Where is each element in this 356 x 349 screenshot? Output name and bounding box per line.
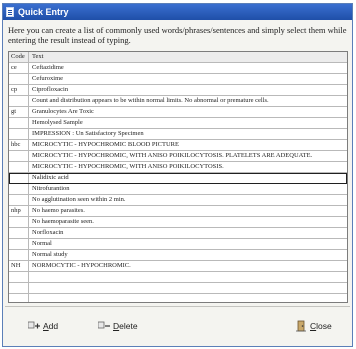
close-button[interactable]: Close (291, 315, 337, 337)
code-cell[interactable] (9, 129, 29, 139)
add-button-label: dd (48, 321, 59, 331)
text-cell[interactable]: Normal (29, 239, 347, 249)
delete-button[interactable]: Delete (93, 315, 143, 337)
text-cell[interactable] (29, 283, 347, 293)
code-cell[interactable] (9, 74, 29, 84)
code-cell[interactable] (9, 151, 29, 161)
code-cell[interactable]: ce (9, 63, 29, 73)
table-row[interactable]: nhp No haemo parasites. (9, 206, 347, 217)
code-cell[interactable] (9, 283, 29, 293)
table-row[interactable]: No haemoparasite seen. (9, 217, 347, 228)
close-door-icon (296, 320, 306, 332)
table-row[interactable]: MICROCYTIC - HYPOCHROMIC, WITH ANISO POI… (9, 162, 347, 173)
text-cell[interactable]: Nitrofurantion (29, 184, 347, 194)
column-header-code[interactable]: Code (9, 52, 29, 62)
table-row[interactable]: ce Ceftazidime (9, 63, 347, 74)
delete-button-label: elete (119, 321, 138, 331)
window-title: Quick Entry (18, 7, 69, 17)
table-row[interactable]: Count and distribution appears to be wit… (9, 96, 347, 107)
grid-header: Code Text (9, 52, 347, 63)
document-icon (6, 7, 14, 17)
add-icon (28, 321, 40, 329)
table-row[interactable]: gt Granulocytes Are Toxic (9, 107, 347, 118)
text-cell[interactable]: MICROCYTIC - HYPOCHROMIC BLOOD PICTURE (29, 140, 347, 150)
text-cell[interactable]: Granulocytes Are Toxic (29, 107, 347, 117)
table-row[interactable]: Normal study (9, 250, 347, 261)
code-cell[interactable]: hbc (9, 140, 29, 150)
text-cell[interactable]: Hemolysed Sample (29, 118, 347, 128)
code-cell[interactable] (9, 162, 29, 172)
table-row[interactable]: Normal (9, 239, 347, 250)
text-cell[interactable] (29, 294, 347, 302)
code-cell[interactable]: NH (9, 261, 29, 271)
code-cell[interactable] (9, 184, 29, 194)
table-row[interactable]: cp Ciprofloxacin (9, 85, 347, 96)
table-row[interactable]: MICROCYTIC - HYPOCHROMIC, WITH ANISO POI… (9, 151, 347, 162)
table-row[interactable]: Nitrofurantion (9, 184, 347, 195)
code-cell[interactable] (9, 272, 29, 282)
close-button-label: lose (316, 321, 332, 331)
code-cell[interactable] (9, 118, 29, 128)
text-cell[interactable]: Ciprofloxacin (29, 85, 347, 95)
code-cell[interactable] (9, 195, 29, 205)
code-cell[interactable] (9, 173, 29, 183)
code-cell[interactable] (9, 228, 29, 238)
text-cell[interactable]: Normal study (29, 250, 347, 260)
code-cell[interactable] (9, 239, 29, 249)
text-cell[interactable]: No agglutination seen within 2 min. (29, 195, 347, 205)
quick-entry-grid[interactable]: Code Text ce Ceftazidime Cefuroxime cp Cipro… (8, 51, 348, 303)
grid-body: ce Ceftazidime Cefuroxime cp Ciprofloxacin Co… (9, 63, 347, 302)
code-cell[interactable]: gt (9, 107, 29, 117)
table-row[interactable]: Nalidixic acid (9, 173, 347, 184)
description-text: Here you can create a list of commonly u… (8, 25, 347, 45)
table-row[interactable] (9, 272, 347, 283)
text-cell[interactable]: No haemo parasites. (29, 206, 347, 216)
text-cell[interactable]: No haemoparasite seen. (29, 217, 347, 227)
button-bar: Add Delete Close (5, 306, 350, 341)
text-cell[interactable] (29, 272, 347, 282)
text-cell[interactable]: Ceftazidime (29, 63, 347, 73)
code-cell[interactable]: nhp (9, 206, 29, 216)
text-cell[interactable]: MICROCYTIC - HYPOCHROMIC, WITH ANISO POI… (29, 151, 347, 161)
text-cell[interactable]: Count and distribution appears to be wit… (29, 96, 347, 106)
table-row[interactable]: No agglutination seen within 2 min. (9, 195, 347, 206)
text-cell[interactable]: MICROCYTIC - HYPOCHROMIC, WITH ANISO POI… (29, 162, 347, 172)
code-cell[interactable] (9, 217, 29, 227)
table-row[interactable]: IMPRESSION : Un Satisfactory Specimen (9, 129, 347, 140)
table-row[interactable] (9, 294, 347, 302)
quick-entry-window: Quick Entry Here you can create a list o… (2, 3, 353, 347)
title-bar[interactable]: Quick Entry (3, 4, 352, 20)
code-cell[interactable] (9, 250, 29, 260)
column-header-text[interactable]: Text (29, 52, 347, 62)
code-cell[interactable] (9, 96, 29, 106)
add-button[interactable]: Add (23, 315, 63, 337)
text-cell[interactable]: IMPRESSION : Un Satisfactory Specimen (29, 129, 347, 139)
table-row[interactable]: NH NORMOCYTIC - HYPOCHROMIC. (9, 261, 347, 272)
table-row[interactable]: Norfloxacin (9, 228, 347, 239)
code-cell[interactable]: cp (9, 85, 29, 95)
table-row[interactable] (9, 283, 347, 294)
table-row[interactable]: hbc MICROCYTIC - HYPOCHROMIC BLOOD PICTUR… (9, 140, 347, 151)
delete-icon (98, 321, 110, 329)
table-row[interactable]: Cefuroxime (9, 74, 347, 85)
text-cell[interactable]: Norfloxacin (29, 228, 347, 238)
table-row[interactable]: Hemolysed Sample (9, 118, 347, 129)
code-cell[interactable] (9, 294, 29, 302)
text-cell[interactable]: NORMOCYTIC - HYPOCHROMIC. (29, 261, 347, 271)
text-cell[interactable]: Nalidixic acid (29, 173, 347, 183)
text-cell[interactable]: Cefuroxime (29, 74, 347, 84)
